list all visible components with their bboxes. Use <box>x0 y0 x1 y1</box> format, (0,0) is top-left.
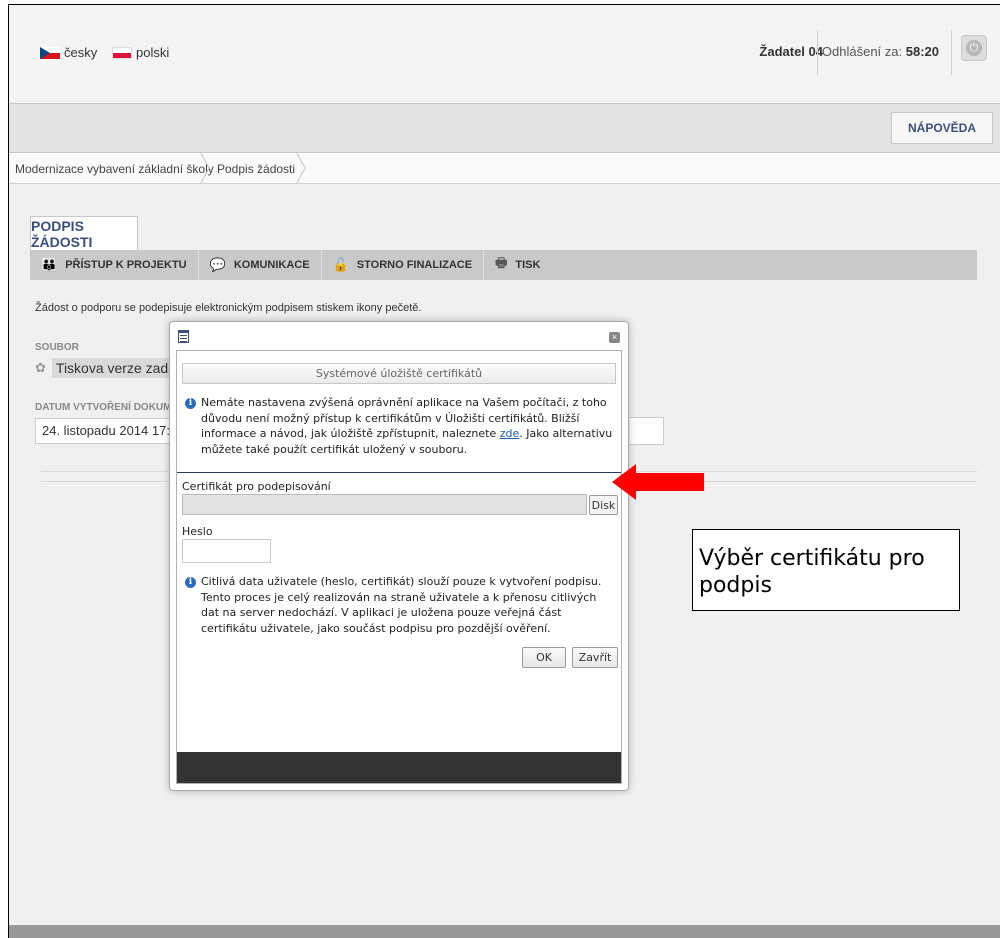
ok-button[interactable]: OK <box>522 647 566 668</box>
annotation-callout: Výběr certifikátu pro podpis <box>692 529 960 611</box>
logout-timer: Odhlášení za: 58:20 <box>822 44 939 59</box>
dialog-footer <box>177 752 621 783</box>
file-name: Tiskova verze zado <box>51 358 180 378</box>
store-notice: Nemáte nastavena zvýšená oprávnění aplik… <box>201 395 617 457</box>
logout-time: 58:20 <box>905 44 939 59</box>
cancel-finalization-label: STORNO FINALIZACE <box>356 259 473 271</box>
communication-label: KOMUNIKACE <box>233 259 310 271</box>
certificate-dialog: × Systémové úložiště certifikátů i Nemát… <box>169 321 629 791</box>
password-label: Heslo <box>182 525 213 538</box>
notice-link[interactable]: zde <box>500 427 520 440</box>
print-icon: 🖶 <box>495 255 508 270</box>
dialog-header: × <box>170 322 628 350</box>
language-polish[interactable]: polski <box>112 45 169 60</box>
breadcrumb-separator-icon <box>200 153 210 183</box>
polish-flag-icon <box>112 46 132 59</box>
cancel-finalization-button[interactable]: 🔓 STORNO FINALIZACE <box>322 250 485 280</box>
breadcrumb: Modernizace vybavení základní školy Podp… <box>9 153 1000 184</box>
header-divider <box>817 30 818 75</box>
dialog-body: Systémové úložiště certifikátů i Nemáte … <box>176 350 622 784</box>
action-toolbar: 👪 PŘÍSTUP K PROJEKTU 💬 KOMUNIKACE 🔓 STOR… <box>30 250 977 280</box>
footer-bar <box>9 925 1000 938</box>
close-button[interactable]: Zavřít <box>572 647 618 668</box>
project-access-button[interactable]: 👪 PŘÍSTUP K PROJEKTU <box>30 250 199 280</box>
file-label: SOUBOR <box>35 342 79 353</box>
language-czech[interactable]: česky <box>40 45 97 60</box>
czech-flag-icon <box>40 46 60 59</box>
project-access-label: PŘÍSTUP K PROJEKTU <box>65 259 187 271</box>
help-button[interactable]: NÁPOVĚDA <box>890 112 993 144</box>
header-divider <box>951 30 952 75</box>
annotation-arrow-icon <box>612 464 704 500</box>
close-icon[interactable]: × <box>609 332 620 343</box>
form-icon <box>178 330 189 343</box>
print-button[interactable]: 🖶 TISK <box>484 250 551 280</box>
top-header: česky polski Žadatel 04 Odhlášení za: 58… <box>9 5 1000 104</box>
certificate-label: Certifikát pro podepisování <box>182 480 331 493</box>
breadcrumb-item-project[interactable]: Modernizace vybavení základní školy <box>15 162 214 176</box>
privacy-note: Citlivá data uživatele (heslo, certifiká… <box>201 575 602 635</box>
info-icon: i <box>185 398 196 409</box>
language-polish-label: polski <box>136 45 170 60</box>
chat-icon: 💬 <box>209 257 226 272</box>
print-label: TISK <box>515 259 541 271</box>
breadcrumb-item-signature[interactable]: Podpis žádosti <box>217 162 295 176</box>
certificate-input[interactable] <box>182 494 587 515</box>
seal-icon[interactable]: ✿ <box>35 360 46 376</box>
unlock-icon: 🔓 <box>332 257 349 272</box>
secondary-bar: NÁPOVĚDA <box>9 104 1000 153</box>
logout-label: Odhlášení za: <box>821 44 903 59</box>
dialog-divider <box>177 472 621 473</box>
language-czech-label: česky <box>64 45 98 60</box>
communication-button[interactable]: 💬 KOMUNIKACE <box>199 250 322 280</box>
user-name: Žadatel 04 <box>759 44 823 59</box>
page-description: Žádost o podporu se podepisuje elektroni… <box>35 302 422 314</box>
info-icon: i <box>185 577 196 588</box>
people-icon: 👪 <box>41 257 58 272</box>
power-icon: ⏻ <box>966 40 982 56</box>
password-input[interactable] <box>182 539 271 563</box>
side-field <box>630 417 664 445</box>
tab-podpis-zadosti[interactable]: PODPIS ŽÁDOSTI <box>30 216 138 251</box>
breadcrumb-separator-icon <box>296 153 306 183</box>
system-store-button[interactable]: Systémové úložiště certifikátů <box>182 363 616 384</box>
logout-button[interactable]: ⏻ <box>961 35 987 61</box>
